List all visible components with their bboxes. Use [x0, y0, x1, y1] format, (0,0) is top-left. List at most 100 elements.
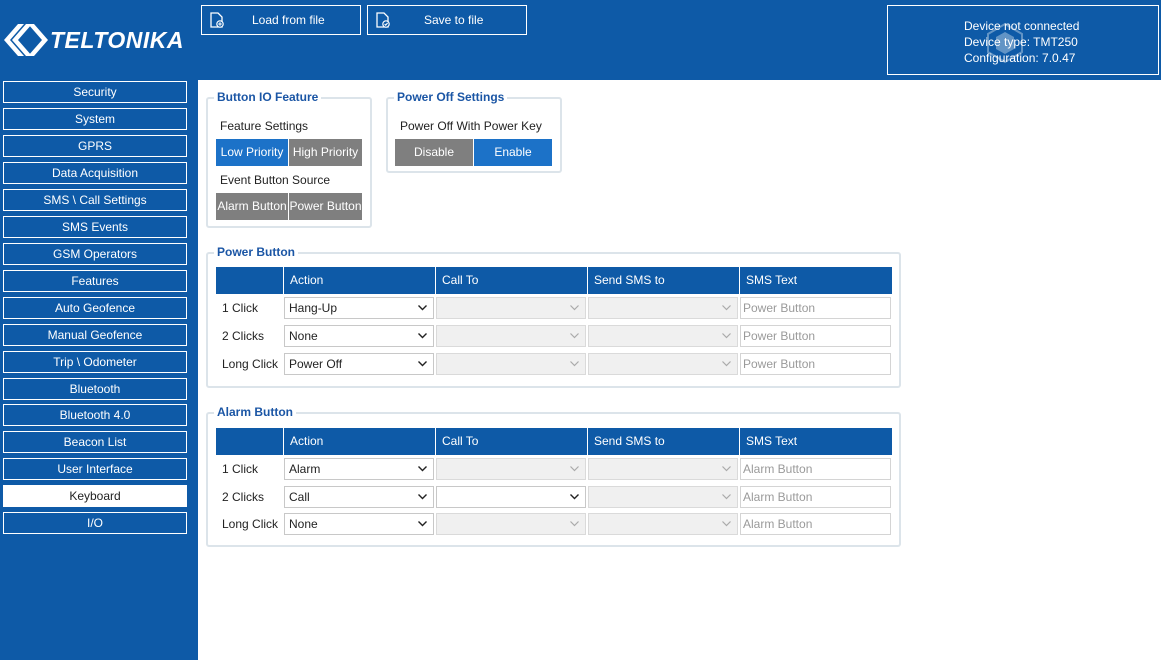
chevron-down-icon: [570, 494, 579, 500]
action-value: Hang-Up: [289, 301, 338, 315]
table-header: Action Call To Send SMS to SMS Text: [216, 267, 892, 294]
sms-text-input[interactable]: Power Button: [740, 353, 891, 375]
sidebar-item-trip-odometer[interactable]: Trip \ Odometer: [3, 351, 187, 373]
sms-text-input[interactable]: Power Button: [740, 297, 891, 319]
disable-button[interactable]: Disable: [395, 139, 473, 166]
power-off-with-power-key-label: Power Off With Power Key: [400, 119, 542, 133]
call-to-select[interactable]: [436, 353, 586, 375]
row-label: 2 Clicks: [222, 329, 265, 343]
column-header-action: Action: [283, 428, 435, 455]
table-row: 1 Click Alarm Alarm Button: [216, 457, 892, 481]
column-header-send-sms-to: Send SMS to: [587, 267, 739, 294]
chevron-down-icon: [570, 361, 579, 367]
sidebar-item-auto-geofence[interactable]: Auto Geofence: [3, 297, 187, 319]
sms-text-input[interactable]: Alarm Button: [740, 458, 891, 480]
save-to-file-button[interactable]: Save to file: [367, 5, 527, 35]
feature-settings-label: Feature Settings: [220, 119, 309, 133]
sidebar-item-beacon-list[interactable]: Beacon List: [3, 431, 187, 453]
chevron-down-icon: [722, 494, 731, 500]
column-header-sms-text: SMS Text: [739, 267, 892, 294]
send-sms-to-select[interactable]: [588, 513, 738, 535]
button-io-feature-group: Button IO Feature Feature Settings Low P…: [206, 89, 372, 228]
alarm-button-title: Alarm Button: [214, 404, 296, 420]
chevron-down-icon: [570, 466, 579, 472]
table-row: 1 Click Hang-Up Power Button: [216, 296, 892, 320]
table-row: 2 Clicks Call Alarm Button: [216, 485, 892, 509]
sidebar-item-security[interactable]: Security: [3, 81, 187, 103]
chevron-down-icon: [418, 305, 427, 311]
action-value: None: [289, 329, 318, 343]
sidebar-item-features[interactable]: Features: [3, 270, 187, 292]
low-priority-button[interactable]: Low Priority: [216, 139, 288, 166]
load-button-label: Load from file: [252, 13, 325, 27]
sidebar-item-gprs[interactable]: GPRS: [3, 135, 187, 157]
alarm-button-source-button[interactable]: Alarm Button: [216, 193, 288, 220]
sidebar-item-manual-geofence[interactable]: Manual Geofence: [3, 324, 187, 346]
column-header-call-to: Call To: [435, 267, 587, 294]
save-button-label: Save to file: [424, 13, 484, 27]
sidebar-item-keyboard[interactable]: Keyboard: [3, 485, 187, 507]
teltonika-logo: TELTONIKA: [4, 20, 184, 60]
power-off-toggle: Disable Enable: [395, 139, 553, 166]
logo-text: TELTONIKA: [50, 26, 184, 53]
table-row: 2 Clicks None Power Button: [216, 324, 892, 348]
enable-button[interactable]: Enable: [474, 139, 552, 166]
power-button-source-button[interactable]: Power Button: [289, 193, 362, 220]
sms-text-input[interactable]: Alarm Button: [740, 513, 891, 535]
action-value: Call: [289, 490, 310, 504]
action-select[interactable]: None: [284, 325, 434, 347]
table-row: Long Click None Alarm Button: [216, 512, 892, 536]
sidebar-item-data-acquisition[interactable]: Data Acquisition: [3, 162, 187, 184]
row-label: Long Click: [222, 517, 279, 531]
power-button-group: Power Button Action Call To Send SMS to …: [206, 244, 901, 388]
button-io-feature-title: Button IO Feature: [214, 89, 322, 105]
device-info-panel: Device not connected Device type: TMT250…: [887, 5, 1159, 75]
sidebar-item-gsm-operators[interactable]: GSM Operators: [3, 243, 187, 265]
sms-text-input[interactable]: Power Button: [740, 325, 891, 347]
feature-settings-toggle: Low Priority High Priority: [216, 139, 363, 166]
chevron-down-icon: [722, 466, 731, 472]
send-sms-to-select[interactable]: [588, 353, 738, 375]
chevron-down-icon: [722, 521, 731, 527]
sidebar: Security System GPRS Data Acquisition SM…: [0, 80, 198, 660]
send-sms-to-select[interactable]: [588, 297, 738, 319]
row-label: 1 Click: [222, 462, 259, 476]
column-header-action: Action: [283, 267, 435, 294]
sidebar-item-user-interface[interactable]: User Interface: [3, 458, 187, 480]
app-header: TELTONIKA Load from file Save to file De…: [0, 0, 1161, 80]
sidebar-item-sms-events[interactable]: SMS Events: [3, 216, 187, 238]
send-sms-to-select[interactable]: [588, 486, 738, 508]
call-to-select[interactable]: [436, 297, 586, 319]
chevron-down-icon: [570, 305, 579, 311]
sidebar-item-bluetooth[interactable]: Bluetooth: [3, 378, 187, 400]
action-select[interactable]: None: [284, 513, 434, 535]
send-sms-to-select[interactable]: [588, 458, 738, 480]
action-value: Power Off: [289, 357, 343, 371]
action-select[interactable]: Call: [284, 486, 434, 508]
chevron-down-icon: [722, 305, 731, 311]
high-priority-button[interactable]: High Priority: [289, 139, 362, 166]
call-to-select[interactable]: [436, 513, 586, 535]
chevron-down-icon: [418, 494, 427, 500]
action-select[interactable]: Hang-Up: [284, 297, 434, 319]
sms-text-input[interactable]: Alarm Button: [740, 486, 891, 508]
chevron-down-icon: [418, 466, 427, 472]
call-to-select[interactable]: [436, 325, 586, 347]
chevron-down-icon: [418, 333, 427, 339]
action-select[interactable]: Power Off: [284, 353, 434, 375]
row-label: Long Click: [222, 357, 279, 371]
sidebar-item-io[interactable]: I/O: [3, 512, 187, 534]
chevron-down-icon: [570, 521, 579, 527]
column-header-sms-text: SMS Text: [739, 428, 892, 455]
sidebar-item-bluetooth-4[interactable]: Bluetooth 4.0: [3, 404, 187, 426]
sidebar-item-system[interactable]: System: [3, 108, 187, 130]
event-button-source-toggle: Alarm Button Power Button: [216, 193, 363, 220]
call-to-select[interactable]: [436, 486, 586, 508]
sidebar-item-sms-call-settings[interactable]: SMS \ Call Settings: [3, 189, 187, 211]
call-to-select[interactable]: [436, 458, 586, 480]
load-from-file-button[interactable]: Load from file: [201, 5, 361, 35]
send-sms-to-select[interactable]: [588, 325, 738, 347]
column-header-call-to: Call To: [435, 428, 587, 455]
action-select[interactable]: Alarm: [284, 458, 434, 480]
power-off-settings-group: Power Off Settings Power Off With Power …: [386, 89, 562, 173]
